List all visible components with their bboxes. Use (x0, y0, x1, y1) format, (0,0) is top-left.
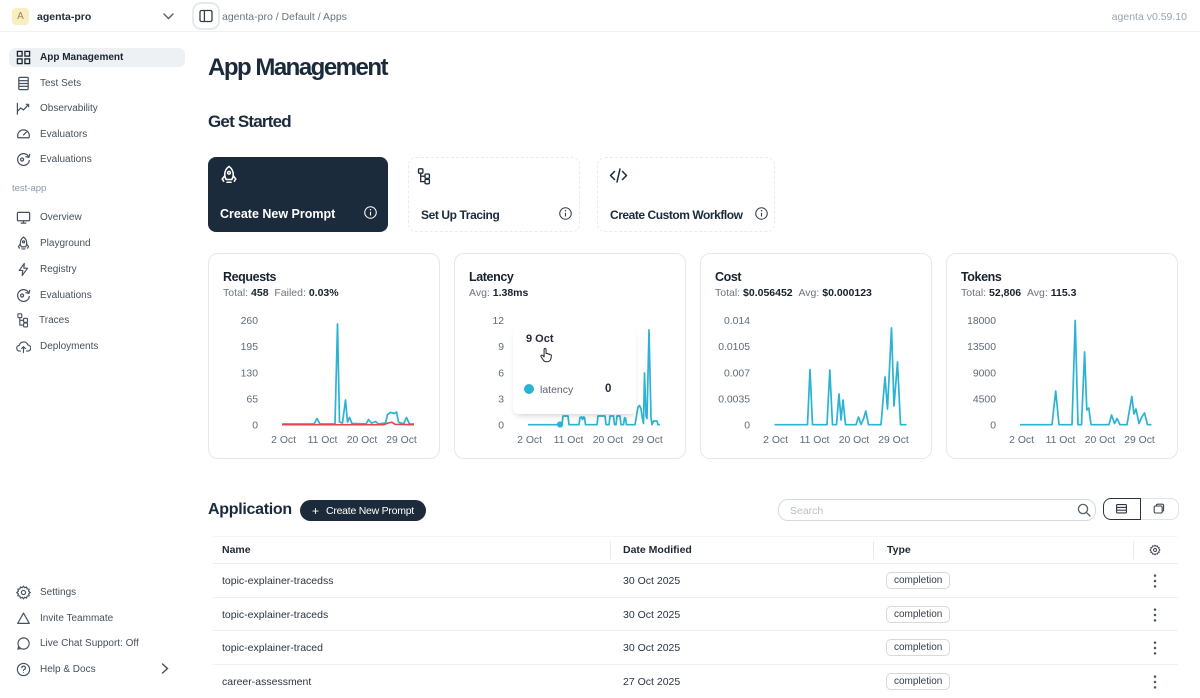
svg-text:20 Oct: 20 Oct (1085, 435, 1116, 446)
svg-text:3: 3 (498, 395, 504, 406)
svg-text:11 Oct: 11 Oct (554, 435, 584, 446)
svg-text:13500: 13500 (967, 342, 996, 353)
svg-text:0.0105: 0.0105 (718, 342, 750, 353)
svg-text:11 Oct: 11 Oct (1046, 435, 1076, 446)
svg-text:11 Oct: 11 Oct (308, 435, 338, 446)
svg-text:6: 6 (498, 368, 504, 379)
svg-text:0: 0 (990, 421, 996, 432)
svg-text:20 Oct: 20 Oct (839, 435, 870, 446)
svg-text:12: 12 (492, 316, 504, 327)
svg-text:9: 9 (498, 342, 504, 353)
svg-text:0: 0 (252, 421, 258, 432)
svg-text:18000: 18000 (967, 316, 996, 327)
svg-text:65: 65 (246, 395, 258, 406)
svg-text:20 Oct: 20 Oct (347, 435, 378, 446)
svg-text:2 Oct: 2 Oct (517, 435, 542, 446)
svg-text:260: 260 (241, 316, 259, 327)
svg-text:4500: 4500 (973, 395, 996, 406)
svg-text:9000: 9000 (973, 368, 996, 379)
svg-text:11 Oct: 11 Oct (800, 435, 830, 446)
svg-text:29 Oct: 29 Oct (632, 435, 663, 446)
svg-text:130: 130 (241, 368, 259, 379)
svg-text:0.0035: 0.0035 (718, 395, 750, 406)
svg-text:195: 195 (241, 342, 259, 353)
svg-text:0: 0 (744, 421, 750, 432)
svg-text:0: 0 (498, 421, 504, 432)
svg-text:29 Oct: 29 Oct (1124, 435, 1155, 446)
svg-text:0.014: 0.014 (724, 316, 750, 327)
svg-text:2 Oct: 2 Oct (271, 435, 296, 446)
svg-text:29 Oct: 29 Oct (878, 435, 909, 446)
svg-text:2 Oct: 2 Oct (1009, 435, 1034, 446)
svg-text:20 Oct: 20 Oct (593, 435, 624, 446)
svg-text:29 Oct: 29 Oct (386, 435, 417, 446)
svg-text:0.007: 0.007 (724, 368, 750, 379)
svg-text:2 Oct: 2 Oct (763, 435, 788, 446)
